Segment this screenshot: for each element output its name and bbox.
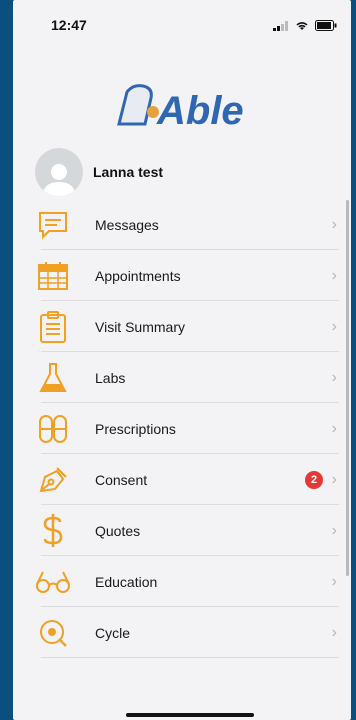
notification-badge: 2 bbox=[305, 470, 323, 489]
menu-item-consent[interactable]: Consent 2 › bbox=[13, 454, 351, 505]
chevron-right-icon: › bbox=[331, 419, 337, 437]
flask-icon bbox=[35, 360, 71, 396]
wifi-icon bbox=[296, 22, 308, 30]
signal-icon bbox=[273, 20, 288, 31]
menu-item-quotes[interactable]: Quotes › bbox=[13, 505, 351, 556]
status-time: 12:47 bbox=[51, 17, 87, 33]
chevron-right-icon: › bbox=[331, 215, 337, 233]
chevron-right-icon: › bbox=[331, 317, 337, 335]
menu-item-visit-summary[interactable]: Visit Summary › bbox=[13, 301, 351, 352]
chevron-right-icon: › bbox=[331, 623, 337, 641]
chevron-right-icon: › bbox=[331, 470, 337, 488]
menu-item-education[interactable]: Education › bbox=[13, 556, 351, 607]
menu-label: Prescriptions bbox=[95, 420, 176, 437]
menu-item-cycle[interactable]: Cycle › bbox=[13, 607, 351, 658]
menu-label: Education bbox=[95, 573, 158, 590]
menu-label: Consent bbox=[95, 471, 148, 488]
menu-label: Messages bbox=[95, 216, 159, 233]
calendar-icon bbox=[35, 258, 71, 294]
menu-item-appointments[interactable]: Appointments › bbox=[13, 250, 351, 301]
chevron-right-icon: › bbox=[331, 266, 337, 284]
menu-item-messages[interactable]: Messages › bbox=[13, 199, 351, 250]
glasses-icon bbox=[35, 564, 71, 600]
chevron-right-icon: › bbox=[331, 368, 337, 386]
menu-item-labs[interactable]: Labs › bbox=[13, 352, 351, 403]
clipboard-icon bbox=[35, 309, 71, 345]
battery-icon bbox=[315, 20, 337, 31]
pen-icon bbox=[35, 462, 71, 498]
user-name: Lanna test bbox=[93, 164, 164, 180]
cycle-icon bbox=[35, 615, 71, 651]
scrollbar[interactable] bbox=[346, 200, 349, 576]
menu-label: Quotes bbox=[95, 522, 141, 539]
menu-label: Appointments bbox=[95, 267, 181, 284]
menu-item-prescriptions[interactable]: Prescriptions › bbox=[13, 403, 351, 454]
menu-label: Cycle bbox=[95, 624, 131, 641]
person-icon bbox=[43, 164, 75, 196]
pills-icon bbox=[35, 411, 71, 447]
divider bbox=[41, 657, 339, 658]
main-menu: Messages › Appointments › Visit Summary … bbox=[13, 199, 351, 658]
svg-text:Able: Able bbox=[156, 89, 244, 133]
status-icons bbox=[273, 20, 337, 31]
menu-label: Labs bbox=[95, 369, 126, 386]
chevron-right-icon: › bbox=[331, 572, 337, 590]
home-indicator[interactable] bbox=[126, 713, 254, 717]
user-profile[interactable]: Lanna test bbox=[35, 148, 163, 196]
dollar-icon bbox=[35, 513, 71, 549]
nable-logo: Able bbox=[113, 78, 273, 134]
avatar[interactable] bbox=[35, 148, 83, 196]
app-screen: 12:47 Able Lanna test Messages › Appoint… bbox=[13, 0, 351, 720]
message-icon bbox=[35, 207, 71, 243]
chevron-right-icon: › bbox=[331, 521, 337, 539]
menu-label: Visit Summary bbox=[95, 318, 185, 335]
status-bar: 12:47 bbox=[13, 0, 351, 52]
